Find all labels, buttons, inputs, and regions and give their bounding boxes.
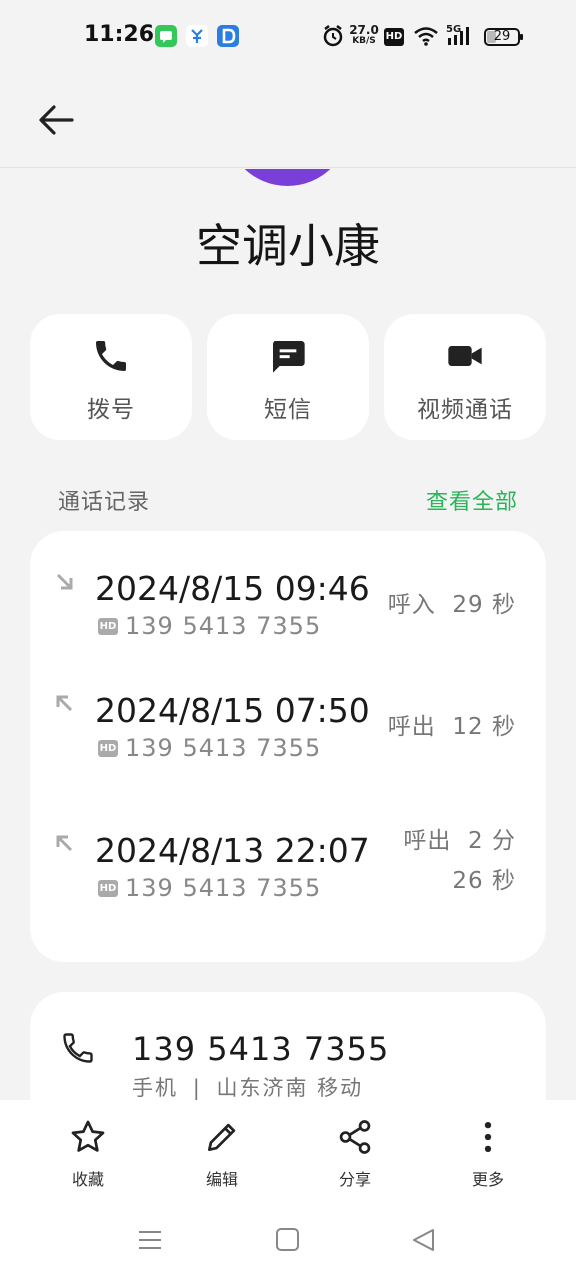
call-number: 139 5413 7355 [125,734,322,762]
message-label: 短信 [264,397,312,423]
favorite-button[interactable]: 收藏 [38,1118,138,1190]
dial-label: 拨号 [87,397,135,423]
share-label: 分享 [338,1170,371,1189]
home-button[interactable] [274,1226,302,1258]
share-button[interactable]: 分享 [305,1118,405,1190]
system-back-button[interactable] [410,1226,438,1258]
phone-icon [30,336,192,376]
hd-badge: HD [98,880,118,897]
incoming-call-icon [56,573,73,590]
top-app-bar [0,72,576,168]
edit-button[interactable]: 编辑 [172,1118,272,1190]
cellular-signal-icon: 5G [446,24,478,46]
messages-app-icon [155,25,177,47]
status-bar: 11:26 27.0 KB/S HD 5G 29 [0,0,576,72]
call-duration: 呼出 2 分 26 秒 [403,821,516,901]
call-duration-line1: 呼出 2 分 [403,828,516,854]
phone-type: 手机 [132,1076,178,1100]
pencil-icon [172,1118,272,1158]
outgoing-call-icon [56,695,73,712]
call-datetime: 2024/8/15 09:46 [95,569,370,608]
more-label: 更多 [471,1170,504,1189]
call-number: 139 5413 7355 [125,874,322,902]
call-datetime: 2024/8/15 07:50 [95,691,370,730]
hd-indicator: HD [384,28,404,46]
back-arrow-icon [39,105,74,135]
wifi-icon [413,26,439,50]
home-icon [276,1228,299,1251]
phone-details: 手机 | 山东济南 移动 [132,1072,363,1102]
menu-icon [139,1231,161,1249]
phone-location: 山东济南 移动 [216,1076,364,1100]
call-log-card: 2024/8/15 09:46 HD 139 5413 7355 呼入 29 秒… [30,531,546,962]
call-log-row[interactable]: 2024/8/15 09:46 HD 139 5413 7355 呼入 29 秒 [30,569,546,679]
triangle-back-icon [413,1229,434,1251]
call-log-title: 通话记录 [58,490,151,515]
call-number: 139 5413 7355 [125,612,322,640]
more-icon [438,1118,538,1158]
hd-badge: HD [98,740,118,757]
contact-name: 空调小康 [196,219,380,273]
app-notification-icon [186,25,208,47]
more-button[interactable]: 更多 [438,1118,538,1190]
hd-badge: HD [98,618,118,635]
video-call-label: 视频通话 [417,397,513,423]
message-button[interactable]: 短信 [207,314,369,440]
dial-button[interactable]: 拨号 [30,314,192,440]
battery-icon: 29 [484,27,524,47]
alarm-icon [322,24,344,52]
call-datetime: 2024/8/13 22:07 [95,831,370,870]
favorite-label: 收藏 [71,1170,104,1189]
back-button[interactable] [36,102,80,138]
call-duration: 呼入 29 秒 [387,592,516,618]
view-all-link[interactable]: 查看全部 [426,484,518,516]
star-icon [38,1118,138,1158]
message-icon [207,336,369,376]
video-icon [384,336,546,376]
d-app-icon [217,25,239,47]
video-call-button[interactable]: 视频通话 [384,314,546,440]
edit-label: 编辑 [205,1170,238,1189]
phone-number: 139 5413 7355 [132,1030,390,1068]
network-speed: 27.0 KB/S [349,23,379,46]
share-icon [305,1118,405,1158]
outgoing-call-icon [56,835,73,852]
phone-outline-icon [63,1033,93,1063]
call-duration: 呼出 12 秒 [387,714,516,740]
call-duration-line2: 26 秒 [452,868,516,894]
call-log-row[interactable]: 2024/8/15 07:50 HD 139 5413 7355 呼出 12 秒 [30,691,546,801]
status-time: 11:26 [84,22,155,47]
recent-apps-button[interactable] [136,1226,164,1258]
call-log-row[interactable]: 2024/8/13 22:07 HD 139 5413 7355 呼出 2 分 … [30,828,546,941]
separator: | [192,1076,202,1100]
